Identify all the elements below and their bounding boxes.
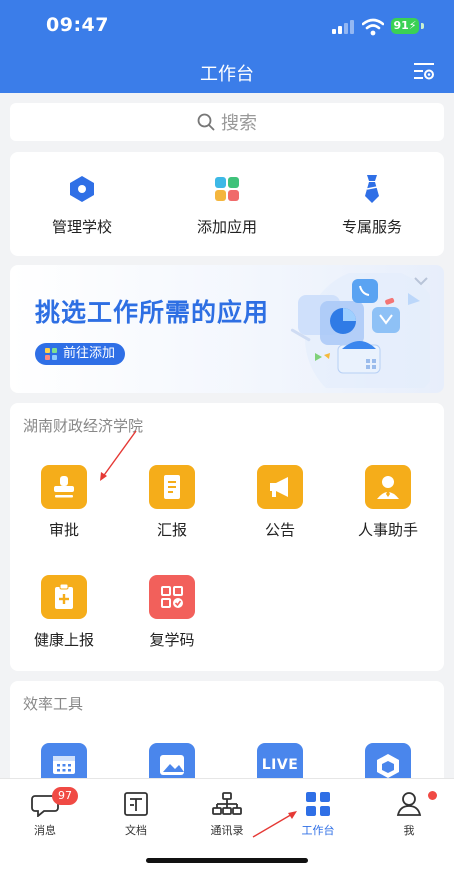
app-announcement[interactable]: 公告 <box>230 465 330 540</box>
add-app-label: 添加应用 <box>196 218 257 236</box>
signal-icon <box>332 20 356 34</box>
search-icon <box>197 113 215 131</box>
tools-section-title: 效率工具 <box>23 695 84 713</box>
banner-title: 挑选工作所需的应用 <box>35 298 270 327</box>
school-apps-section: 湖南财政经济学院 审批 汇报 公告 人事助手 健康上报 复学码 <box>10 403 444 671</box>
exclusive-service-label: 专属服务 <box>341 218 402 236</box>
battery-indicator: 91⚡ <box>391 18 419 34</box>
apps-illustration <box>290 273 430 388</box>
tab-messages-label: 消息 <box>34 824 56 837</box>
mini-grid-icon <box>45 348 57 360</box>
tab-contacts[interactable]: 通讯录 <box>182 789 272 838</box>
app-health-report[interactable]: 健康上报 <box>14 575 114 650</box>
tab-workbench[interactable]: 工作台 <box>273 789 363 838</box>
document-icon <box>124 792 148 816</box>
tab-documents[interactable]: 文档 <box>91 789 181 838</box>
app-approval-label: 审批 <box>48 521 79 539</box>
search-placeholder: 搜索 <box>221 113 257 134</box>
quick-actions-card: 管理学校 添加应用 专属服务 <box>10 152 444 256</box>
me-notification-dot <box>428 791 437 800</box>
app-return-code-label: 复学码 <box>149 631 195 649</box>
exclusive-service-button[interactable]: 专属服务 <box>302 174 442 237</box>
person-icon <box>365 465 411 509</box>
qr-code-icon <box>149 575 195 619</box>
report-icon <box>149 465 195 509</box>
tab-workbench-label: 工作台 <box>301 824 335 837</box>
tab-contacts-label: 通讯录 <box>210 824 244 837</box>
promo-banner[interactable]: 挑选工作所需的应用 前往添加 <box>10 265 444 393</box>
tab-documents-label: 文档 <box>125 824 147 837</box>
top-header: 09:47 91⚡ 工作台 <box>0 0 454 93</box>
wifi-icon <box>362 18 384 36</box>
health-clipboard-icon <box>41 575 87 619</box>
app-report[interactable]: 汇报 <box>122 465 222 540</box>
messages-badge: 97 <box>52 787 78 805</box>
user-icon <box>396 792 422 816</box>
settings-sliders-icon[interactable] <box>412 61 436 81</box>
app-hr-assistant[interactable]: 人事助手 <box>338 465 438 540</box>
app-announcement-label: 公告 <box>264 521 295 539</box>
org-chart-icon <box>212 792 242 815</box>
go-add-button[interactable]: 前往添加 <box>35 343 126 365</box>
school-section-title: 湖南财政经济学院 <box>23 417 144 435</box>
app-grid-icon <box>215 177 239 201</box>
app-health-report-label: 健康上报 <box>33 631 94 649</box>
app-approval[interactable]: 审批 <box>14 465 114 540</box>
tab-me[interactable]: 我 <box>364 789 454 838</box>
page-title: 工作台 <box>200 64 254 85</box>
home-indicator <box>146 858 308 863</box>
search-bar[interactable]: 搜索 <box>10 103 444 141</box>
grid-icon <box>306 792 330 816</box>
tab-me-label: 我 <box>403 824 415 837</box>
manage-school-button[interactable]: 管理学校 <box>12 174 152 237</box>
status-time: 09:47 <box>46 14 109 36</box>
tie-icon <box>365 175 379 203</box>
battery-tip <box>421 23 424 29</box>
hexagon-icon <box>70 176 94 202</box>
go-add-label: 前往添加 <box>63 346 116 361</box>
stamp-icon <box>41 465 87 509</box>
live-text: LIVE <box>261 757 299 773</box>
add-app-button[interactable]: 添加应用 <box>157 174 297 237</box>
megaphone-icon <box>257 465 303 509</box>
app-hr-assistant-label: 人事助手 <box>357 521 418 539</box>
app-report-label: 汇报 <box>156 521 187 539</box>
app-return-code[interactable]: 复学码 <box>122 575 222 650</box>
manage-school-label: 管理学校 <box>51 218 112 236</box>
